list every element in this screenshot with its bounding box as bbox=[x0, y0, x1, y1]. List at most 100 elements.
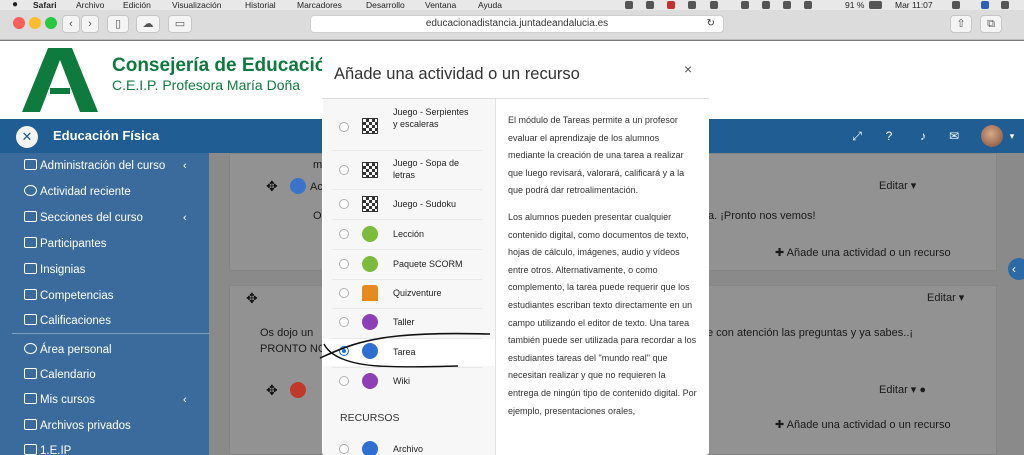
address-bar[interactable]: educacionadistancia.juntadeandalucia.es … bbox=[310, 15, 724, 33]
menu-ventana[interactable]: Ventana bbox=[425, 0, 456, 10]
sidebar-item-administracion[interactable]: Administración del curso bbox=[24, 159, 165, 177]
sidebar-item-secciones[interactable]: Secciones del curso bbox=[24, 211, 143, 229]
move-icon[interactable]: ✥ bbox=[246, 290, 258, 307]
icloud-tabs-icon[interactable]: ☁ bbox=[136, 15, 160, 33]
battery-icon[interactable] bbox=[869, 1, 882, 9]
clock[interactable]: Mar 11:07 bbox=[895, 0, 933, 10]
avatar[interactable] bbox=[981, 125, 1003, 147]
drawer-close-icon[interactable]: ✕ bbox=[16, 126, 38, 148]
grid-game-icon bbox=[362, 118, 378, 134]
apple-menu-icon[interactable]: ● bbox=[12, 0, 21, 10]
option-radio[interactable] bbox=[339, 376, 349, 386]
activity-snippet[interactable]: Ac bbox=[310, 181, 323, 193]
grid-game-icon bbox=[362, 162, 378, 178]
option-label: Juego - Serpientes y escaleras bbox=[393, 107, 469, 129]
move-icon[interactable]: ✥ bbox=[266, 382, 278, 399]
menu-archivo[interactable]: Archivo bbox=[76, 0, 104, 10]
tray-icon[interactable] bbox=[741, 1, 749, 9]
add-activity-link[interactable]: ✚ Añade una actividad o un recurso bbox=[775, 418, 951, 431]
tray-icon[interactable] bbox=[688, 1, 696, 9]
sidebar-item-area-personal[interactable]: Área personal bbox=[24, 343, 112, 361]
menu-historial[interactable]: Historial bbox=[245, 0, 276, 10]
menu-marcadores[interactable]: Marcadores bbox=[297, 0, 342, 10]
volume-icon[interactable] bbox=[804, 1, 812, 9]
tray-icon[interactable] bbox=[625, 1, 633, 9]
macos-menubar: ● Safari Archivo Edición Visualización H… bbox=[0, 0, 1024, 10]
help-icon[interactable]: ? bbox=[881, 128, 897, 144]
dashboard-icon bbox=[24, 343, 37, 354]
option-radio[interactable] bbox=[339, 229, 349, 239]
activity-options-list[interactable] bbox=[323, 99, 495, 455]
url-text: educacionadistancia.juntadeandalucia.es bbox=[425, 18, 609, 29]
option-label: Juego - Sopa de letras bbox=[393, 158, 460, 180]
window-minimize-button[interactable] bbox=[29, 17, 41, 29]
option-radio[interactable] bbox=[339, 288, 349, 298]
option-radio[interactable] bbox=[339, 259, 349, 269]
resources-section-header: RECURSOS bbox=[340, 412, 400, 424]
add-activity-link[interactable]: ✚ Añade una actividad o un recurso bbox=[775, 246, 951, 259]
menu-visualizacion[interactable]: Visualización bbox=[172, 0, 221, 10]
battery-percent: 91 % bbox=[845, 0, 865, 10]
workshop-icon bbox=[362, 314, 378, 330]
sidebar-item-participantes[interactable]: Participantes bbox=[24, 237, 106, 255]
sidebar-item-label: Insignias bbox=[40, 264, 86, 276]
spotlight-icon[interactable] bbox=[981, 1, 989, 9]
option-divider bbox=[332, 219, 482, 220]
microphone-icon[interactable] bbox=[646, 1, 654, 9]
drawer-toggle-chevron-icon[interactable]: ‹ bbox=[1008, 258, 1024, 280]
option-radio[interactable] bbox=[339, 199, 349, 209]
menu-edicion[interactable]: Edición bbox=[123, 0, 151, 10]
sidebar-item-label: Archivos privados bbox=[40, 420, 131, 432]
option-radio[interactable] bbox=[339, 444, 349, 454]
record-icon[interactable] bbox=[667, 1, 675, 9]
menu-desarrollo[interactable]: Desarrollo bbox=[366, 0, 405, 10]
user-icon[interactable] bbox=[952, 1, 960, 9]
edit-menu[interactable]: Editar ▾ bbox=[879, 179, 916, 192]
assignment-activity-icon bbox=[290, 178, 306, 194]
sidebar-item-label: 1.E.IP bbox=[40, 445, 72, 455]
sidebar-item-label: Participantes bbox=[40, 238, 107, 250]
activity-description: El módulo de Tareas permite a un profeso… bbox=[508, 112, 698, 429]
menu-app-safari[interactable]: Safari bbox=[33, 0, 57, 10]
section-text: a. ¡Pronto nos vemos! bbox=[708, 210, 816, 222]
description-paragraph: El módulo de Tareas permite a un profeso… bbox=[508, 115, 685, 196]
sidebar-item-course[interactable]: 1.E.IP bbox=[24, 444, 71, 455]
gears-icon bbox=[24, 159, 37, 170]
hand-drawn-annotation bbox=[319, 332, 491, 368]
window-zoom-button[interactable] bbox=[45, 17, 57, 29]
sidebar-item-insignias[interactable]: Insignias bbox=[24, 263, 85, 281]
menu-ayuda[interactable]: Ayuda bbox=[478, 0, 502, 10]
close-icon[interactable]: × bbox=[684, 61, 692, 77]
notifications-bell-icon[interactable]: ♪ bbox=[915, 128, 931, 144]
fullscreen-icon[interactable]: ⤢ bbox=[849, 128, 865, 144]
sidebar-item-archivos-privados[interactable]: Archivos privados bbox=[24, 419, 131, 437]
option-label: Quizventure bbox=[393, 288, 442, 298]
sidebar-item-competencias[interactable]: Competencias bbox=[24, 289, 114, 307]
back-button[interactable]: ‹ bbox=[62, 15, 80, 33]
sidebar-item-actividad-reciente[interactable]: Actividad reciente bbox=[24, 185, 131, 203]
sidebar-item-calificaciones[interactable]: Calificaciones bbox=[24, 314, 111, 332]
reload-icon[interactable]: ↻ bbox=[707, 16, 715, 32]
notification-center-icon[interactable] bbox=[1001, 1, 1009, 9]
messages-icon[interactable]: ✉ bbox=[946, 128, 962, 144]
edit-menu[interactable]: Editar ▾ ● bbox=[879, 383, 926, 396]
forward-button[interactable]: › bbox=[81, 15, 99, 33]
edit-menu[interactable]: Editar ▾ bbox=[927, 291, 964, 304]
sidebar-item-mis-cursos[interactable]: Mis cursos bbox=[24, 393, 95, 411]
share-icon[interactable]: ⇧ bbox=[950, 15, 972, 33]
option-radio[interactable] bbox=[339, 317, 349, 327]
user-menu-chevron-icon[interactable]: ▾ bbox=[1004, 128, 1020, 144]
tray-icon[interactable] bbox=[762, 1, 770, 9]
option-radio[interactable] bbox=[339, 165, 349, 175]
tabs-overview-icon[interactable]: ⧉ bbox=[980, 15, 1002, 33]
wifi-icon[interactable] bbox=[783, 1, 791, 9]
sidebar-toggle-icon[interactable]: ▯ bbox=[107, 15, 129, 33]
sidebar-item-label: Área personal bbox=[40, 344, 112, 356]
window-close-button[interactable] bbox=[13, 17, 25, 29]
sidebar-item-calendario[interactable]: Calendario bbox=[24, 368, 96, 386]
option-radio[interactable] bbox=[339, 122, 349, 132]
print-icon[interactable]: ▭ bbox=[168, 15, 192, 33]
move-icon[interactable]: ✥ bbox=[266, 178, 278, 195]
course-name[interactable]: Educación Física bbox=[53, 128, 159, 143]
tray-icon[interactable] bbox=[710, 1, 718, 9]
